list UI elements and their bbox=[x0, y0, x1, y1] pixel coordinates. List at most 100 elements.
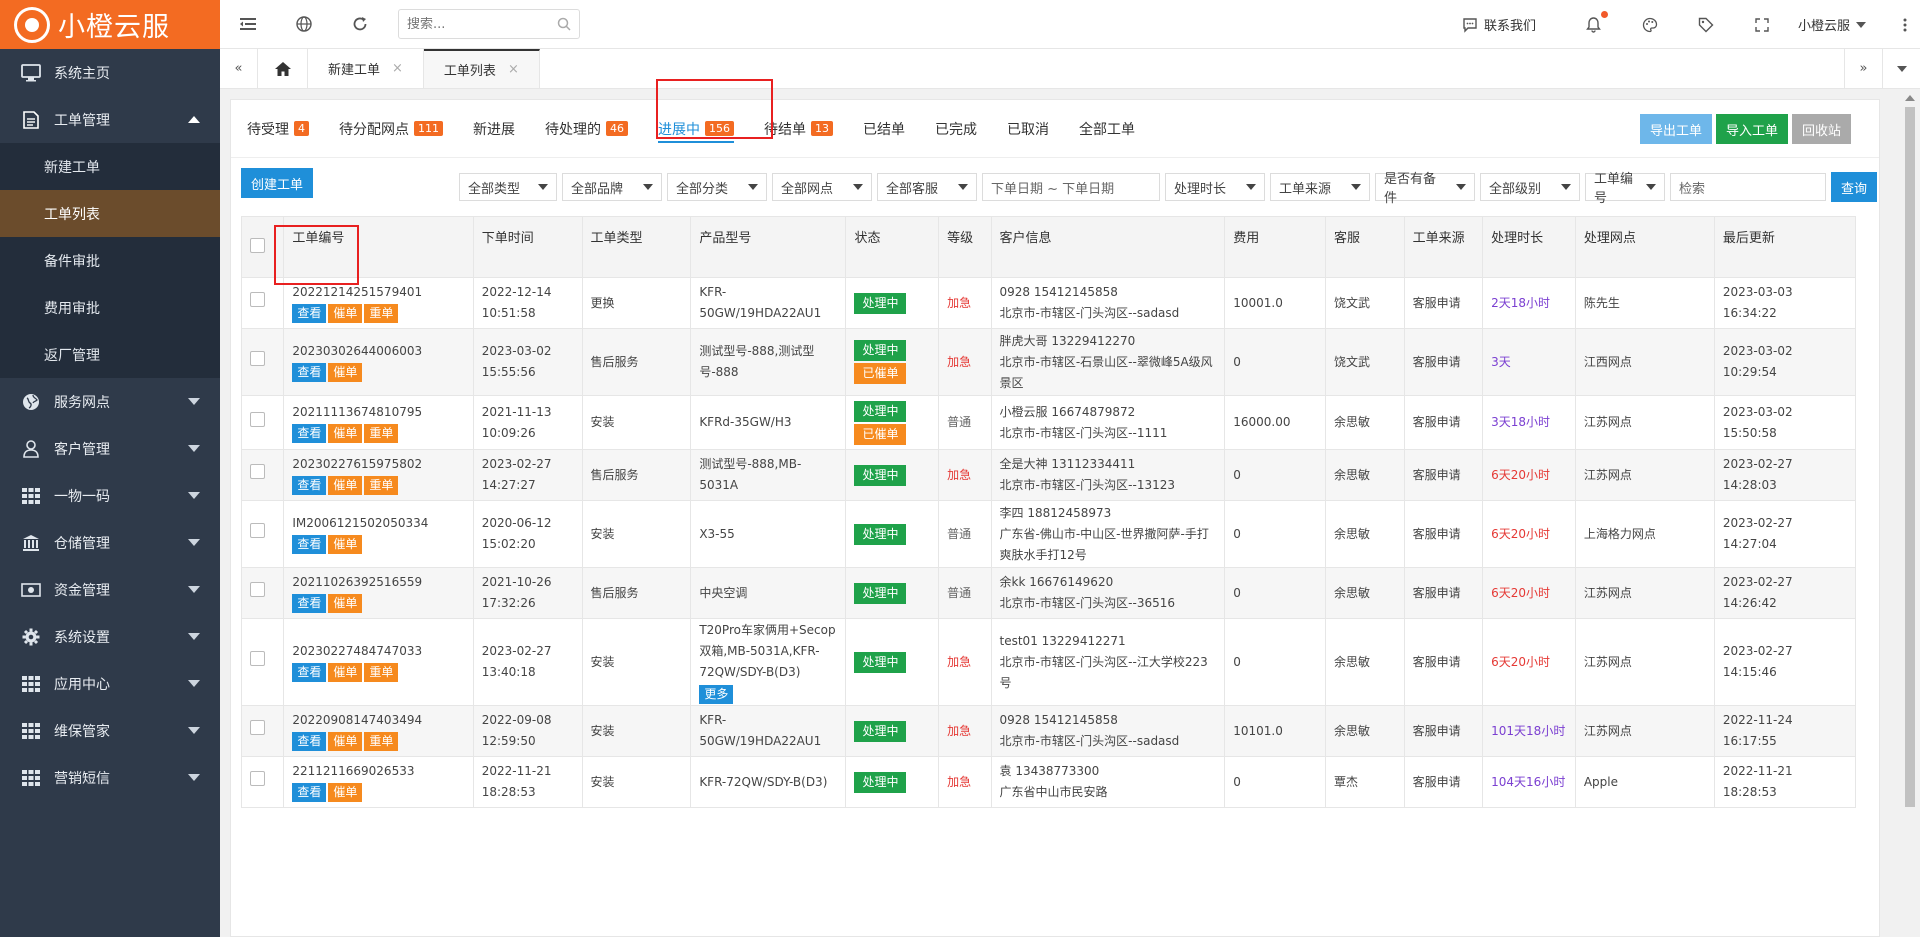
urge-button[interactable]: 催单 bbox=[328, 304, 363, 323]
row-checkbox[interactable] bbox=[250, 351, 265, 366]
duplicate-button[interactable]: 重单 bbox=[364, 476, 399, 495]
duplicate-button[interactable]: 重单 bbox=[364, 732, 399, 751]
view-button[interactable]: 查看 bbox=[292, 423, 327, 443]
global-search[interactable] bbox=[398, 9, 580, 39]
contact-us-link[interactable]: 联系我们 bbox=[1462, 15, 1536, 34]
tabs-scroll-right-button[interactable]: » bbox=[1844, 49, 1882, 88]
status-tab-7[interactable]: 已完成 bbox=[935, 100, 977, 157]
status-tab-0[interactable]: 待受理 4 bbox=[247, 100, 309, 157]
sidebar-item-8[interactable]: 应用中心 bbox=[0, 660, 220, 707]
row-checkbox[interactable] bbox=[250, 411, 265, 427]
sidebar-subitem-0[interactable]: 新建工单 bbox=[0, 143, 220, 190]
status-tab-8[interactable]: 已取消 bbox=[1007, 100, 1049, 157]
tabs-options-button[interactable] bbox=[1882, 49, 1920, 88]
sidebar-subitem-1[interactable]: 工单列表 bbox=[0, 190, 220, 237]
duplicate-button[interactable]: 重单 bbox=[364, 423, 399, 443]
urge-button[interactable]: 催单 bbox=[328, 476, 363, 495]
logo[interactable]: 小橙云服 bbox=[0, 0, 220, 49]
sidebar-subitem-3[interactable]: 费用审批 bbox=[0, 284, 220, 331]
create-ticket-button[interactable]: 创建工单 bbox=[241, 168, 314, 198]
parts-select[interactable]: 是否有备件 bbox=[1374, 172, 1475, 206]
view-button[interactable]: 查看 bbox=[292, 594, 327, 613]
tab-ticket-list[interactable]: 工单列表 × bbox=[423, 49, 540, 88]
urge-button[interactable]: 催单 bbox=[328, 732, 363, 751]
urge-button[interactable]: 催单 bbox=[328, 783, 363, 802]
tab-new-ticket[interactable]: 新建工单 × bbox=[308, 49, 424, 88]
urge-button[interactable]: 催单 bbox=[328, 423, 363, 443]
scroll-thumb[interactable] bbox=[1905, 107, 1915, 807]
home-tab[interactable] bbox=[258, 49, 308, 88]
order-date-range-input[interactable]: 下单日期 ~ 下单日期 bbox=[981, 173, 1160, 201]
duplicate-button[interactable]: 重单 bbox=[364, 663, 399, 682]
sidebar-item-5[interactable]: 仓储管理 bbox=[0, 519, 220, 566]
urge-button[interactable]: 催单 bbox=[328, 535, 363, 554]
view-button[interactable]: 查看 bbox=[292, 783, 327, 802]
search-field-select[interactable]: 工单编号 bbox=[1584, 172, 1665, 206]
theme-button[interactable] bbox=[1622, 17, 1678, 33]
status-tab-3[interactable]: 待处理的 46 bbox=[545, 100, 628, 157]
view-button[interactable]: 查看 bbox=[292, 304, 327, 323]
duplicate-button[interactable]: 重单 bbox=[364, 304, 399, 323]
status-tab-9[interactable]: 全部工单 bbox=[1079, 100, 1135, 157]
language-button[interactable] bbox=[276, 0, 332, 49]
sidebar-item-1[interactable]: 工单管理 bbox=[0, 96, 220, 143]
status-tab-2[interactable]: 新进展 bbox=[473, 100, 515, 157]
row-checkbox[interactable] bbox=[250, 771, 265, 786]
urge-button[interactable]: 催单 bbox=[328, 594, 363, 613]
sidebar-item-4[interactable]: 一物一码 bbox=[0, 472, 220, 519]
tabs-scroll-left-button[interactable]: « bbox=[220, 49, 258, 88]
more-button[interactable]: 更多 bbox=[699, 684, 734, 704]
service-select[interactable]: 全部客服 bbox=[876, 173, 977, 201]
brand-select[interactable]: 全部品牌 bbox=[561, 173, 662, 201]
row-checkbox[interactable] bbox=[250, 582, 265, 597]
recycle-bin-button[interactable]: 回收站 bbox=[1791, 114, 1851, 144]
status-tab-1[interactable]: 待分配网点 111 bbox=[339, 100, 443, 157]
view-button[interactable]: 查看 bbox=[292, 732, 327, 751]
row-checkbox[interactable] bbox=[250, 720, 265, 735]
sidebar-item-2[interactable]: 服务网点 bbox=[0, 378, 220, 425]
sidebar-item-6[interactable]: 资金管理 bbox=[0, 566, 220, 613]
select-all-checkbox[interactable] bbox=[250, 237, 265, 253]
view-button[interactable]: 查看 bbox=[292, 363, 327, 382]
view-button[interactable]: 查看 bbox=[292, 535, 327, 554]
menu-toggle-button[interactable] bbox=[220, 0, 276, 49]
level-select[interactable]: 全部级别 bbox=[1479, 173, 1580, 201]
tag-button[interactable] bbox=[1678, 17, 1734, 33]
view-button[interactable]: 查看 bbox=[292, 663, 327, 682]
sidebar-item-9[interactable]: 维保管家 bbox=[0, 707, 220, 754]
status-tab-6[interactable]: 已结单 bbox=[863, 100, 905, 157]
urge-button[interactable]: 催单 bbox=[328, 363, 363, 382]
row-checkbox[interactable] bbox=[250, 523, 265, 538]
import-tickets-button[interactable]: 导入工单 bbox=[1715, 114, 1788, 144]
close-icon[interactable]: × bbox=[392, 61, 403, 76]
sidebar-item-3[interactable]: 客户管理 bbox=[0, 425, 220, 472]
sidebar-item-0[interactable]: 系统主页 bbox=[0, 49, 220, 96]
scroll-up-icon[interactable] bbox=[1905, 95, 1915, 101]
urge-button[interactable]: 催单 bbox=[328, 663, 363, 682]
row-checkbox[interactable] bbox=[250, 292, 265, 307]
source-select[interactable]: 工单来源 bbox=[1269, 173, 1370, 201]
duration-select[interactable]: 处理时长 bbox=[1164, 173, 1265, 201]
search-input[interactable] bbox=[407, 16, 557, 32]
type-select[interactable]: 全部类型 bbox=[458, 173, 557, 201]
row-checkbox[interactable] bbox=[250, 651, 265, 666]
sidebar-subitem-2[interactable]: 备件审批 bbox=[0, 237, 220, 284]
category-select[interactable]: 全部分类 bbox=[666, 173, 767, 201]
query-button[interactable]: 查询 bbox=[1830, 172, 1877, 202]
fullscreen-button[interactable] bbox=[1734, 17, 1790, 32]
row-checkbox[interactable] bbox=[250, 464, 265, 479]
sidebar-item-7[interactable]: 系统设置 bbox=[0, 613, 220, 660]
notifications-button[interactable] bbox=[1566, 10, 1622, 33]
search-icon[interactable] bbox=[557, 17, 571, 31]
sidebar-item-10[interactable]: 营销短信 bbox=[0, 754, 220, 801]
status-tab-5[interactable]: 待结单 13 bbox=[764, 100, 833, 157]
view-button[interactable]: 查看 bbox=[292, 476, 327, 495]
close-icon[interactable]: × bbox=[508, 62, 519, 77]
refresh-button[interactable] bbox=[332, 0, 388, 49]
user-menu[interactable]: 小橙云服 bbox=[1798, 15, 1866, 34]
outlet-select[interactable]: 全部网点 bbox=[771, 173, 872, 201]
export-tickets-button[interactable]: 导出工单 bbox=[1639, 114, 1712, 144]
page-scrollbar[interactable] bbox=[1900, 89, 1920, 937]
more-button[interactable] bbox=[1890, 18, 1920, 32]
keyword-input[interactable]: 检索 bbox=[1669, 173, 1826, 201]
